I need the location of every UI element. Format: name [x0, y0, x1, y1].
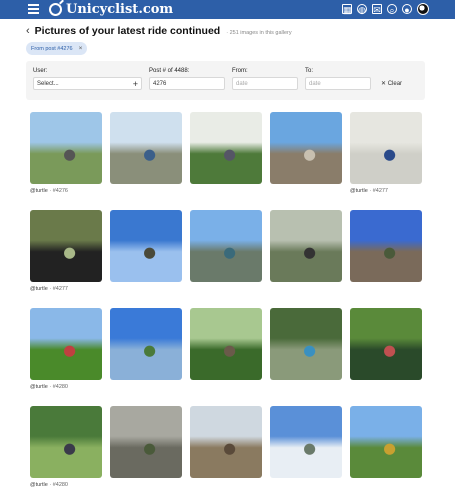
- clear-button[interactable]: ✕ Clear: [381, 80, 402, 87]
- gallery-thumbnail[interactable]: [110, 112, 182, 184]
- to-date-input[interactable]: date: [305, 77, 371, 90]
- chat-icon[interactable]: ●: [402, 4, 412, 15]
- logo-text: Unicyclist.com: [66, 2, 174, 17]
- mail-icon[interactable]: ✉: [372, 4, 382, 15]
- from-date-placeholder: date: [236, 81, 248, 87]
- post-number-value: 4276: [153, 81, 167, 87]
- search-icon[interactable]: ⌕: [387, 4, 397, 15]
- menu-icon[interactable]: [28, 4, 39, 14]
- gallery-thumbnail[interactable]: [110, 308, 182, 380]
- caption-user-link[interactable]: @turtle: [30, 384, 48, 390]
- gallery-thumbnail[interactable]: [350, 406, 422, 478]
- from-date-input[interactable]: date: [232, 77, 298, 90]
- post-filter-chip[interactable]: From post #4276 ×: [26, 42, 88, 55]
- gallery-thumbnail[interactable]: [110, 406, 182, 478]
- caption-user-link[interactable]: @turtle: [30, 188, 48, 194]
- user-select[interactable]: Select... +: [33, 77, 142, 90]
- user-select-value: Select...: [37, 81, 59, 87]
- gallery-thumbnail[interactable]: [30, 112, 102, 184]
- caption-post-link[interactable]: · #4277: [368, 188, 388, 194]
- caption-post-link[interactable]: · #4280: [48, 482, 68, 488]
- gallery-thumbnail[interactable]: [270, 308, 342, 380]
- gallery-thumbnail[interactable]: [110, 210, 182, 282]
- user-avatar[interactable]: [417, 3, 429, 15]
- gallery-thumbnail[interactable]: [190, 112, 262, 184]
- to-label: To:: [305, 68, 314, 74]
- gallery-thumbnail[interactable]: [350, 210, 422, 282]
- thumbnail-caption: @turtle · #4277: [350, 188, 388, 194]
- gallery-thumbnail[interactable]: [190, 210, 262, 282]
- caption-post-link[interactable]: · #4277: [48, 286, 68, 292]
- gallery-thumbnail[interactable]: [30, 308, 102, 380]
- filter-panel: User: Select... + Post # of 4488: 4276 F…: [26, 61, 425, 100]
- thumbnail-caption: @turtle · #4277: [30, 286, 68, 292]
- logo-icon: [49, 3, 62, 16]
- caption-post-link[interactable]: · #4276: [48, 188, 68, 194]
- header-icons: ▦ ◍ ✉ ⌕ ●: [342, 3, 429, 15]
- add-icon[interactable]: +: [133, 79, 138, 89]
- thumbnail-caption: @turtle · #4276: [30, 188, 68, 194]
- page-header: ‹ Pictures of your latest ride continued…: [26, 25, 292, 37]
- clear-label: Clear: [387, 81, 403, 87]
- gallery-thumbnail[interactable]: [270, 210, 342, 282]
- caption-user-link[interactable]: @turtle: [30, 482, 48, 488]
- site-logo[interactable]: Unicyclist.com: [49, 2, 173, 17]
- gallery-thumbnail[interactable]: [270, 112, 342, 184]
- gallery-thumbnail[interactable]: [30, 406, 102, 478]
- gallery-thumbnail[interactable]: [350, 112, 422, 184]
- clear-x-icon: ✕: [381, 81, 387, 87]
- caption-user-link[interactable]: @turtle: [350, 188, 368, 194]
- globe-icon[interactable]: ◍: [357, 4, 367, 15]
- gallery-thumbnail[interactable]: [190, 308, 262, 380]
- from-label: From:: [232, 68, 248, 74]
- calendar-icon[interactable]: ▦: [342, 4, 352, 15]
- gallery-thumbnail[interactable]: [270, 406, 342, 478]
- gallery-thumbnail[interactable]: [30, 210, 102, 282]
- page-title[interactable]: Pictures of your latest ride continued: [35, 25, 221, 37]
- chip-label: From post #4276: [31, 45, 73, 52]
- thumbnail-caption: @turtle · #4280: [30, 384, 68, 390]
- post-label: Post # of 4488:: [149, 68, 190, 74]
- caption-user-link[interactable]: @turtle: [30, 286, 48, 292]
- post-number-input[interactable]: 4276: [149, 77, 225, 90]
- image-count: · 251 images in this gallery: [226, 30, 292, 36]
- top-bar: Unicyclist.com ▦ ◍ ✉ ⌕ ●: [0, 0, 455, 19]
- gallery-thumbnail[interactable]: [350, 308, 422, 380]
- back-chevron-icon[interactable]: ‹: [26, 25, 30, 37]
- thumbnail-caption: @turtle · #4280: [30, 482, 68, 488]
- to-date-placeholder: date: [309, 81, 321, 87]
- user-label: User:: [33, 68, 48, 74]
- caption-post-link[interactable]: · #4280: [48, 384, 68, 390]
- gallery-thumbnail[interactable]: [190, 406, 262, 478]
- chip-close-icon[interactable]: ×: [79, 45, 83, 52]
